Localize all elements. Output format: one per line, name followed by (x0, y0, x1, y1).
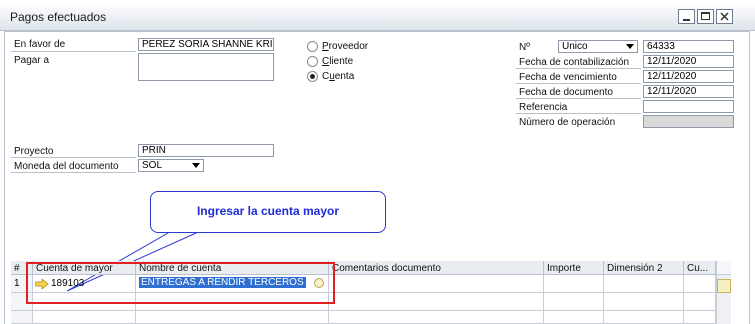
importe-cell[interactable] (544, 275, 604, 293)
doc-number-field[interactable]: 64333 (643, 40, 734, 53)
window-titlebar: Pagos efectuados (0, 5, 755, 31)
fecha-doc-label: Fecha de documento (519, 87, 613, 98)
fecha-venc-label: Fecha de vencimiento (519, 72, 617, 83)
close-button[interactable] (716, 9, 733, 24)
close-icon (720, 12, 729, 21)
proyecto-field[interactable]: PRIN (138, 144, 274, 157)
nombre-cell[interactable] (136, 311, 329, 324)
radio-proveedor-label: Proveedor (322, 41, 369, 52)
pagar-field[interactable] (138, 53, 274, 81)
pagar-label: Pagar a (14, 55, 50, 66)
en-favor-field[interactable]: PEREZ SORIA SHANNE KRISTY (138, 38, 274, 51)
col-header-importe[interactable]: Importe (544, 261, 604, 275)
dim2-cell[interactable] (604, 311, 684, 324)
col-header-comentarios[interactable]: Comentarios documento (329, 261, 544, 275)
divider (516, 68, 641, 69)
no-label: Nº (519, 42, 530, 53)
cuenta-cell[interactable] (33, 311, 136, 324)
importe-cell[interactable] (544, 293, 604, 311)
divider (11, 157, 136, 158)
scroll-up-icon[interactable] (717, 261, 731, 275)
moneda-select[interactable]: SOL (138, 159, 204, 172)
comentarios-cell[interactable] (329, 275, 544, 293)
row-number[interactable] (11, 311, 33, 324)
comentarios-cell[interactable] (329, 311, 544, 324)
minimize-icon (683, 19, 690, 21)
num-op-label: Número de operación (519, 117, 616, 128)
referencia-field[interactable] (643, 100, 734, 113)
series-select[interactable]: Unico (558, 40, 638, 53)
col-header-dim2[interactable]: Dimensión 2 (604, 261, 684, 275)
en-favor-label: En favor de (14, 39, 66, 50)
divider (516, 83, 641, 84)
divider (516, 98, 641, 99)
fecha-cont-field[interactable]: 12/11/2020 (643, 55, 734, 68)
maximize-button[interactable] (697, 9, 714, 24)
importe-cell[interactable] (544, 311, 604, 324)
grid-scrollbar[interactable] (716, 261, 731, 324)
moneda-label: Moneda del documento (14, 161, 119, 172)
cu-cell[interactable] (684, 293, 716, 311)
radio-cliente[interactable] (307, 56, 318, 67)
moneda-value: SOL (142, 160, 163, 171)
chevron-down-icon (626, 44, 634, 49)
proyecto-label: Proyecto (14, 146, 54, 157)
num-op-field[interactable] (643, 115, 734, 128)
callout-bubble: Ingresar la cuenta mayor (150, 191, 386, 233)
comentarios-cell[interactable] (329, 293, 544, 311)
radio-proveedor[interactable] (307, 41, 318, 52)
series-value: Unico (562, 41, 588, 52)
chevron-down-icon (192, 163, 200, 168)
cu-cell[interactable] (684, 275, 716, 293)
fecha-venc-field[interactable]: 12/11/2020 (643, 70, 734, 83)
window-title: Pagos efectuados (10, 10, 107, 24)
callout-text: Ingresar la cuenta mayor (196, 204, 340, 218)
radio-cliente-label: Cliente (322, 56, 354, 67)
radio-cuenta-label: Cuenta (322, 71, 355, 82)
minimize-button[interactable] (678, 9, 695, 24)
divider (11, 51, 136, 52)
referencia-label: Referencia (519, 102, 568, 113)
fecha-doc-field[interactable]: 12/11/2020 (643, 85, 734, 98)
highlight-box (26, 262, 335, 304)
dim2-cell[interactable] (604, 293, 684, 311)
radio-cuenta[interactable] (307, 71, 318, 82)
fecha-cont-label: Fecha de contabilización (519, 57, 630, 68)
divider (11, 172, 136, 173)
divider (516, 113, 641, 114)
maximize-icon (701, 12, 710, 20)
cu-cell[interactable] (684, 311, 716, 324)
settings-icon[interactable] (717, 279, 731, 293)
dim2-cell[interactable] (604, 275, 684, 293)
col-header-cu[interactable]: Cu... (684, 261, 716, 275)
